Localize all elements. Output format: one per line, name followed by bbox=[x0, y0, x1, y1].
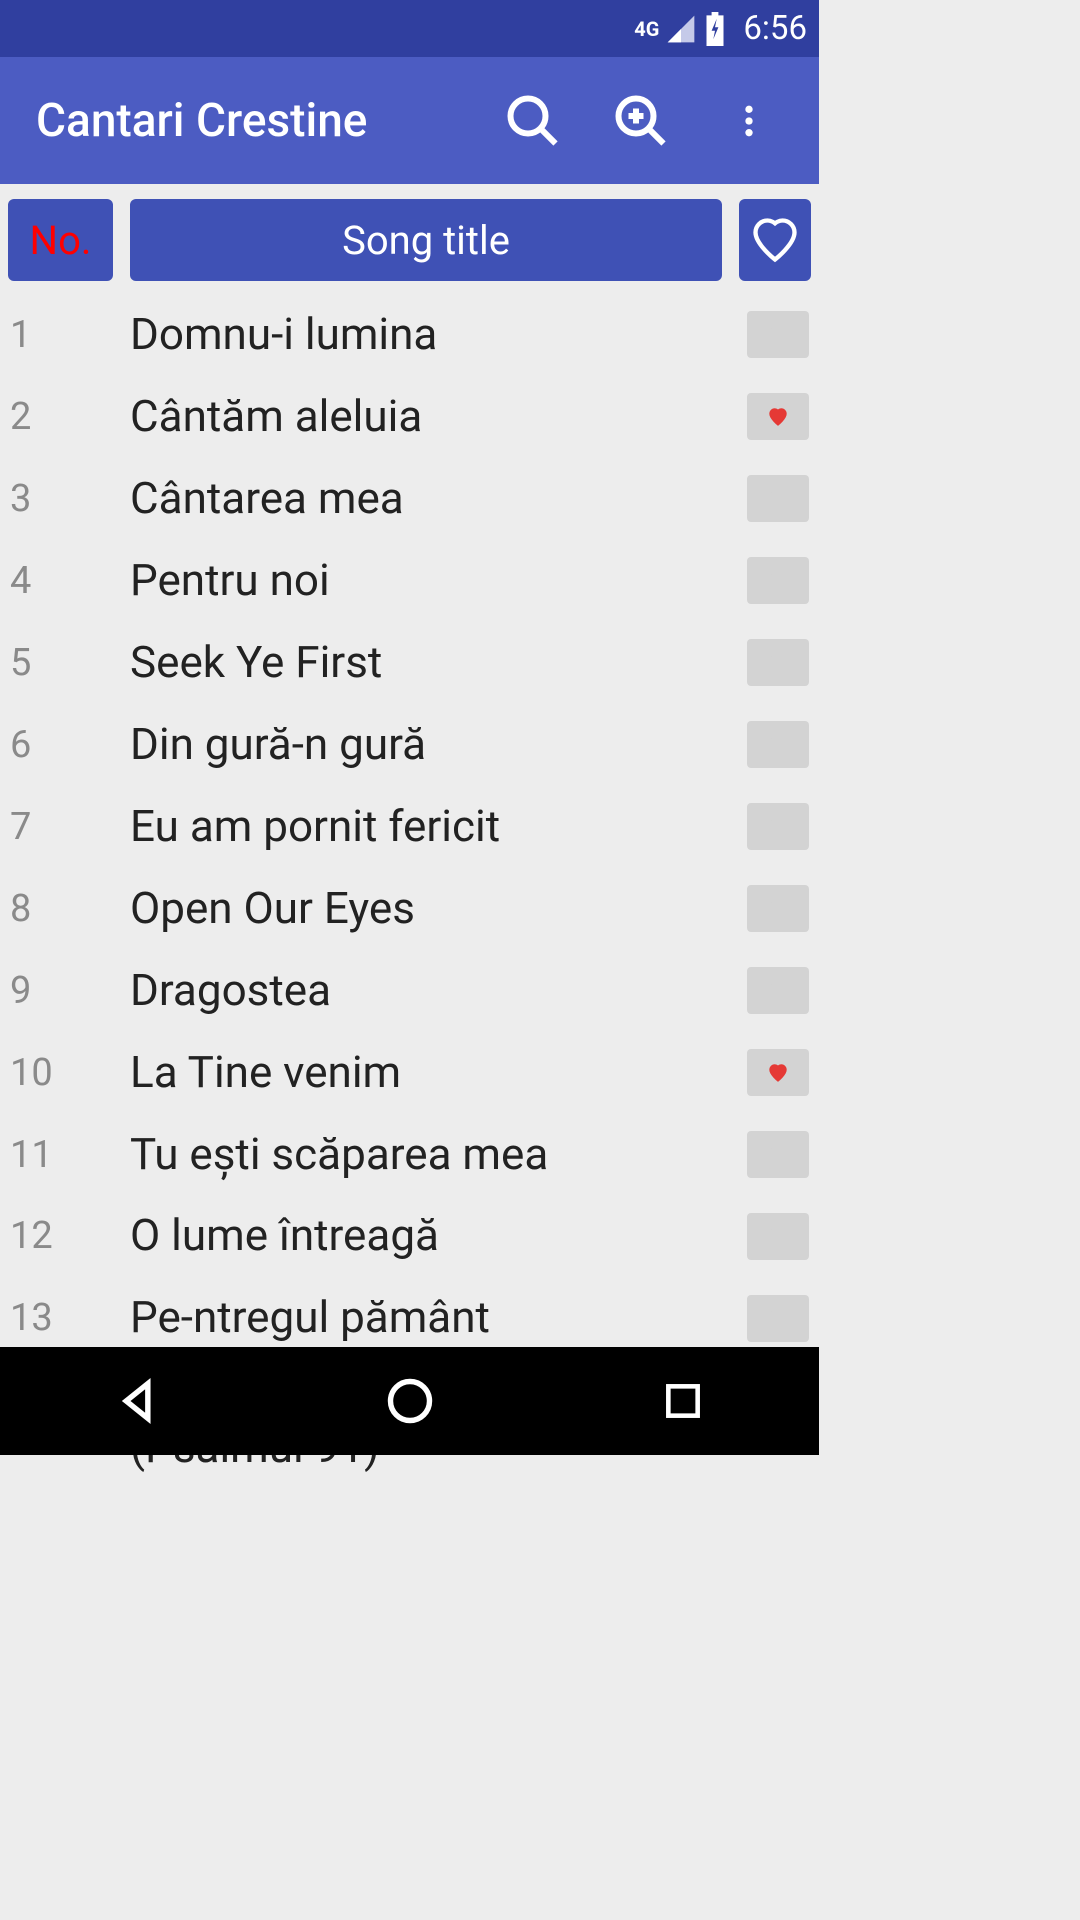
song-number: 9 bbox=[10, 969, 130, 1013]
heart-icon bbox=[767, 1225, 789, 1247]
nav-home-button[interactable] bbox=[325, 1375, 495, 1427]
song-number: 10 bbox=[10, 1051, 130, 1095]
song-title: Eu am pornit fericit bbox=[130, 803, 737, 851]
song-title: Cântarea mea bbox=[130, 475, 737, 523]
song-title: Pentru noi bbox=[130, 557, 737, 605]
heart-icon bbox=[767, 1144, 789, 1166]
favorite-toggle[interactable] bbox=[747, 1049, 809, 1096]
favorite-toggle[interactable] bbox=[747, 393, 809, 440]
heart-icon bbox=[749, 214, 801, 266]
battery-icon bbox=[703, 12, 727, 46]
favorite-toggle[interactable] bbox=[747, 885, 809, 932]
nav-bar bbox=[0, 1347, 819, 1455]
heart-icon bbox=[767, 898, 789, 920]
favorite-toggle[interactable] bbox=[747, 967, 809, 1014]
song-number: 8 bbox=[10, 887, 130, 931]
sort-by-number-button[interactable]: No. bbox=[8, 199, 113, 281]
song-row[interactable]: 8Open Our Eyes bbox=[0, 868, 819, 950]
song-number: 2 bbox=[10, 395, 130, 439]
favorite-toggle[interactable] bbox=[747, 1131, 809, 1178]
heart-icon bbox=[767, 734, 789, 756]
heart-icon bbox=[767, 570, 789, 592]
song-row[interactable]: 5Seek Ye First bbox=[0, 622, 819, 704]
song-row[interactable]: 4Pentru noi bbox=[0, 540, 819, 622]
more-vert-icon bbox=[729, 101, 769, 141]
song-number: 11 bbox=[10, 1133, 130, 1177]
song-title: Cântăm aleluia bbox=[130, 393, 737, 441]
app-bar: Cantari Crestine bbox=[0, 57, 819, 184]
heart-icon bbox=[767, 406, 789, 428]
clock-text: 6:56 bbox=[743, 9, 807, 48]
song-list: 1Domnu-i lumina2Cântăm aleluia3Cântarea … bbox=[0, 294, 819, 1489]
overflow-menu-button[interactable] bbox=[699, 71, 799, 171]
zoom-in-button[interactable] bbox=[591, 71, 691, 171]
song-title: O lume întreagă bbox=[130, 1212, 737, 1260]
home-icon bbox=[384, 1375, 436, 1427]
heart-icon bbox=[767, 1307, 789, 1329]
song-title: Pe-ntregul pământ bbox=[130, 1294, 737, 1342]
song-number: 6 bbox=[10, 723, 130, 767]
heart-icon bbox=[767, 652, 789, 674]
favorites-filter-button[interactable] bbox=[739, 199, 811, 281]
song-row[interactable]: 10La Tine venim bbox=[0, 1032, 819, 1114]
song-row[interactable]: 6Din gură-n gură bbox=[0, 704, 819, 786]
heart-icon bbox=[767, 488, 789, 510]
song-number: 3 bbox=[10, 477, 130, 521]
favorite-toggle[interactable] bbox=[747, 803, 809, 850]
favorite-toggle[interactable] bbox=[747, 639, 809, 686]
song-number: 5 bbox=[10, 641, 130, 685]
favorite-toggle[interactable] bbox=[747, 1213, 809, 1260]
heart-icon bbox=[767, 1062, 789, 1084]
song-row[interactable]: 11Tu ești scăparea mea bbox=[0, 1114, 819, 1196]
song-title: Tu ești scăparea mea bbox=[130, 1131, 737, 1179]
song-title: Dragostea bbox=[130, 967, 737, 1015]
favorite-toggle[interactable] bbox=[747, 557, 809, 604]
zoom-in-icon bbox=[611, 91, 671, 151]
song-number: 7 bbox=[10, 805, 130, 849]
nav-back-button[interactable] bbox=[52, 1375, 222, 1427]
sort-by-title-button[interactable]: Song title bbox=[130, 199, 722, 281]
list-header: No. Song title bbox=[0, 184, 819, 294]
nav-recent-button[interactable] bbox=[598, 1379, 768, 1423]
song-title: Open Our Eyes bbox=[130, 885, 737, 933]
song-number: 12 bbox=[10, 1214, 130, 1258]
song-number: 13 bbox=[10, 1296, 130, 1340]
song-number: 4 bbox=[10, 559, 130, 603]
song-title: Seek Ye First bbox=[130, 639, 737, 687]
heart-icon bbox=[767, 980, 789, 1002]
favorite-toggle[interactable] bbox=[747, 721, 809, 768]
song-title: La Tine venim bbox=[130, 1049, 737, 1097]
heart-icon bbox=[767, 324, 789, 346]
status-bar: 4G 6:56 bbox=[0, 0, 819, 57]
recent-icon bbox=[661, 1379, 705, 1423]
favorite-toggle[interactable] bbox=[747, 1295, 809, 1342]
signal-icon bbox=[665, 13, 697, 45]
song-row[interactable]: 12O lume întreagă bbox=[0, 1195, 819, 1277]
song-number: 1 bbox=[10, 313, 130, 357]
song-row[interactable]: 2Cântăm aleluia bbox=[0, 376, 819, 458]
favorite-toggle[interactable] bbox=[747, 475, 809, 522]
song-row[interactable]: 1Domnu-i lumina bbox=[0, 294, 819, 376]
back-icon bbox=[111, 1375, 163, 1427]
heart-icon bbox=[767, 816, 789, 838]
favorite-toggle[interactable] bbox=[747, 311, 809, 358]
song-row[interactable]: 7Eu am pornit fericit bbox=[0, 786, 819, 868]
song-row[interactable]: 9Dragostea bbox=[0, 950, 819, 1032]
app-title: Cantari Crestine bbox=[36, 94, 475, 148]
search-icon bbox=[503, 91, 563, 151]
search-button[interactable] bbox=[483, 71, 583, 171]
network-4g-icon: 4G bbox=[634, 17, 659, 41]
song-title: Domnu-i lumina bbox=[130, 311, 737, 359]
song-title: Din gură-n gură bbox=[130, 721, 737, 769]
song-row[interactable]: 3Cântarea mea bbox=[0, 458, 819, 540]
